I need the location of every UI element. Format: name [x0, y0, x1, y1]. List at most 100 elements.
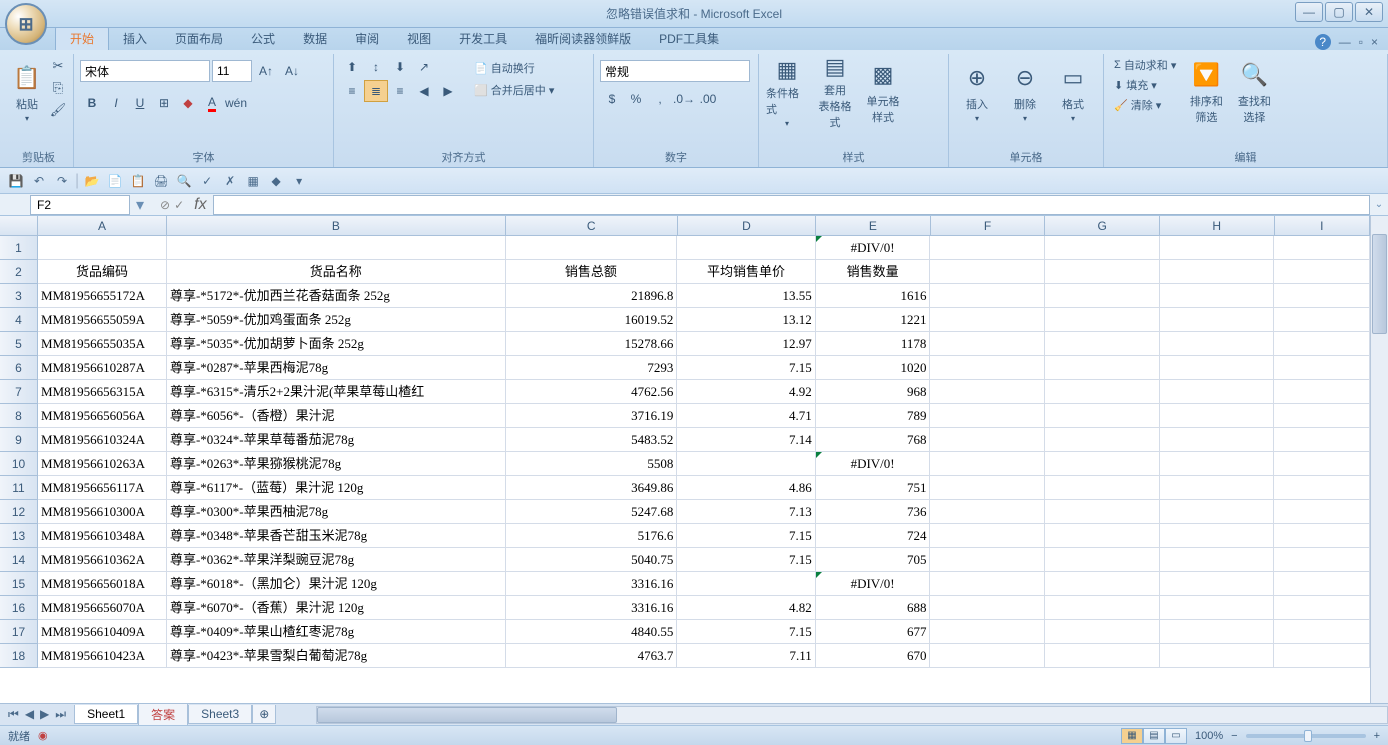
- percent-icon[interactable]: %: [624, 88, 648, 110]
- cell[interactable]: [167, 236, 506, 260]
- cell[interactable]: [506, 236, 678, 260]
- orientation-icon[interactable]: ↗: [412, 56, 436, 78]
- cell[interactable]: [1045, 572, 1160, 596]
- cell[interactable]: 5483.52: [506, 428, 678, 452]
- currency-icon[interactable]: $: [600, 88, 624, 110]
- qa-print-icon[interactable]: 🖨: [151, 171, 171, 191]
- font-name-select[interactable]: [80, 60, 210, 82]
- cell[interactable]: 货品编码: [38, 260, 167, 284]
- tab-nav-prev-icon[interactable]: ◀: [23, 707, 36, 722]
- qa-new-icon[interactable]: 📄: [105, 171, 125, 191]
- font-color-button[interactable]: A: [200, 92, 224, 114]
- row-header[interactable]: 13: [0, 524, 38, 548]
- cell[interactable]: MM81956610287A: [38, 356, 167, 380]
- cell[interactable]: [1160, 260, 1275, 284]
- paste-button[interactable]: 📋 粘贴 ▾: [10, 56, 44, 128]
- cell[interactable]: 4.71: [677, 404, 815, 428]
- zoom-slider[interactable]: [1246, 734, 1366, 738]
- cell[interactable]: 3316.16: [506, 596, 678, 620]
- cell[interactable]: 尊享-*6117*-（蓝莓）果汁泥 120g: [167, 476, 506, 500]
- col-header-b[interactable]: B: [167, 216, 506, 236]
- cell[interactable]: [1045, 260, 1160, 284]
- cell[interactable]: [1160, 524, 1275, 548]
- tab-nav-first-icon[interactable]: ⏮: [6, 707, 21, 722]
- cell[interactable]: [930, 476, 1045, 500]
- cell[interactable]: [1274, 308, 1370, 332]
- cell[interactable]: [1045, 548, 1160, 572]
- cell[interactable]: 1020: [816, 356, 931, 380]
- cell[interactable]: 尊享-*5035*-优加胡萝卜面条 252g: [167, 332, 506, 356]
- formula-input[interactable]: [213, 195, 1370, 215]
- bold-button[interactable]: B: [80, 92, 104, 114]
- cell[interactable]: 销售总额: [506, 260, 678, 284]
- cell[interactable]: 4763.7: [506, 644, 678, 668]
- formula-bar-expand-icon[interactable]: ⌄: [1370, 199, 1388, 210]
- cell[interactable]: 13.12: [677, 308, 815, 332]
- merge-center-button[interactable]: ⬜ 合并后居中 ▾: [474, 82, 554, 98]
- ribbon-minimize-button[interactable]: —: [1339, 35, 1351, 49]
- clear-button[interactable]: 🧹 清除 ▾: [1110, 96, 1180, 114]
- tab-insert[interactable]: 插入: [109, 27, 161, 50]
- cell[interactable]: 751: [816, 476, 931, 500]
- cell[interactable]: [1274, 548, 1370, 572]
- cell[interactable]: 670: [816, 644, 931, 668]
- fill-button[interactable]: ⬇ 填充 ▾: [1110, 76, 1180, 94]
- cell[interactable]: 688: [816, 596, 931, 620]
- number-format-select[interactable]: [600, 60, 750, 82]
- row-header[interactable]: 9: [0, 428, 38, 452]
- sheet-tab-sheet3[interactable]: Sheet3: [188, 705, 252, 724]
- copy-icon[interactable]: ⎘: [48, 78, 68, 98]
- align-left-icon[interactable]: ≡: [340, 80, 364, 102]
- cell[interactable]: [1045, 620, 1160, 644]
- cell-styles-button[interactable]: ▩单元格 样式: [861, 56, 905, 128]
- cell[interactable]: 16019.52: [506, 308, 678, 332]
- cell[interactable]: [930, 548, 1045, 572]
- conditional-format-button[interactable]: ▦条件格式▾: [765, 56, 809, 128]
- cell[interactable]: 4840.55: [506, 620, 678, 644]
- col-header-f[interactable]: F: [931, 216, 1046, 236]
- indent-increase-icon[interactable]: ▶: [436, 80, 460, 102]
- align-center-icon[interactable]: ≣: [364, 80, 388, 102]
- minimize-button[interactable]: —: [1295, 2, 1323, 22]
- cell[interactable]: [930, 428, 1045, 452]
- cell[interactable]: [1045, 236, 1160, 260]
- cell[interactable]: 4.92: [677, 380, 815, 404]
- col-header-h[interactable]: H: [1160, 216, 1275, 236]
- cell[interactable]: 尊享-*6018*-（黑加仑）果汁泥 120g: [167, 572, 506, 596]
- align-top-icon[interactable]: ⬆: [340, 56, 364, 78]
- row-header[interactable]: 6: [0, 356, 38, 380]
- cell[interactable]: [1274, 260, 1370, 284]
- zoom-out-icon[interactable]: −: [1231, 730, 1237, 742]
- cell[interactable]: [1045, 596, 1160, 620]
- cell[interactable]: [677, 452, 815, 476]
- row-header[interactable]: 15: [0, 572, 38, 596]
- view-page-break-icon[interactable]: ▭: [1165, 728, 1187, 744]
- cell[interactable]: 3716.19: [506, 404, 678, 428]
- cell[interactable]: [1160, 356, 1275, 380]
- cell[interactable]: [1274, 236, 1370, 260]
- col-header-e[interactable]: E: [816, 216, 931, 236]
- cell[interactable]: [1274, 428, 1370, 452]
- cell[interactable]: [1045, 380, 1160, 404]
- cell[interactable]: 3649.86: [506, 476, 678, 500]
- cell[interactable]: 5508: [506, 452, 678, 476]
- cell[interactable]: [1045, 428, 1160, 452]
- cancel-edit-icon[interactable]: ⊘: [160, 198, 170, 212]
- cell[interactable]: [930, 404, 1045, 428]
- font-size-select[interactable]: [212, 60, 252, 82]
- cell[interactable]: [1045, 452, 1160, 476]
- cell[interactable]: [930, 332, 1045, 356]
- cell[interactable]: 1221: [816, 308, 931, 332]
- cell[interactable]: [1274, 644, 1370, 668]
- cell[interactable]: [930, 380, 1045, 404]
- cell[interactable]: [1274, 380, 1370, 404]
- cell[interactable]: 4.86: [677, 476, 815, 500]
- qa-check-icon[interactable]: ✓: [197, 171, 217, 191]
- fx-icon[interactable]: fx: [194, 196, 212, 214]
- cell[interactable]: 7.15: [677, 620, 815, 644]
- cell[interactable]: 5247.68: [506, 500, 678, 524]
- qa-cross-icon[interactable]: ✗: [220, 171, 240, 191]
- cell[interactable]: [930, 620, 1045, 644]
- cell[interactable]: #DIV/0!: [816, 452, 931, 476]
- view-normal-icon[interactable]: ▦: [1121, 728, 1143, 744]
